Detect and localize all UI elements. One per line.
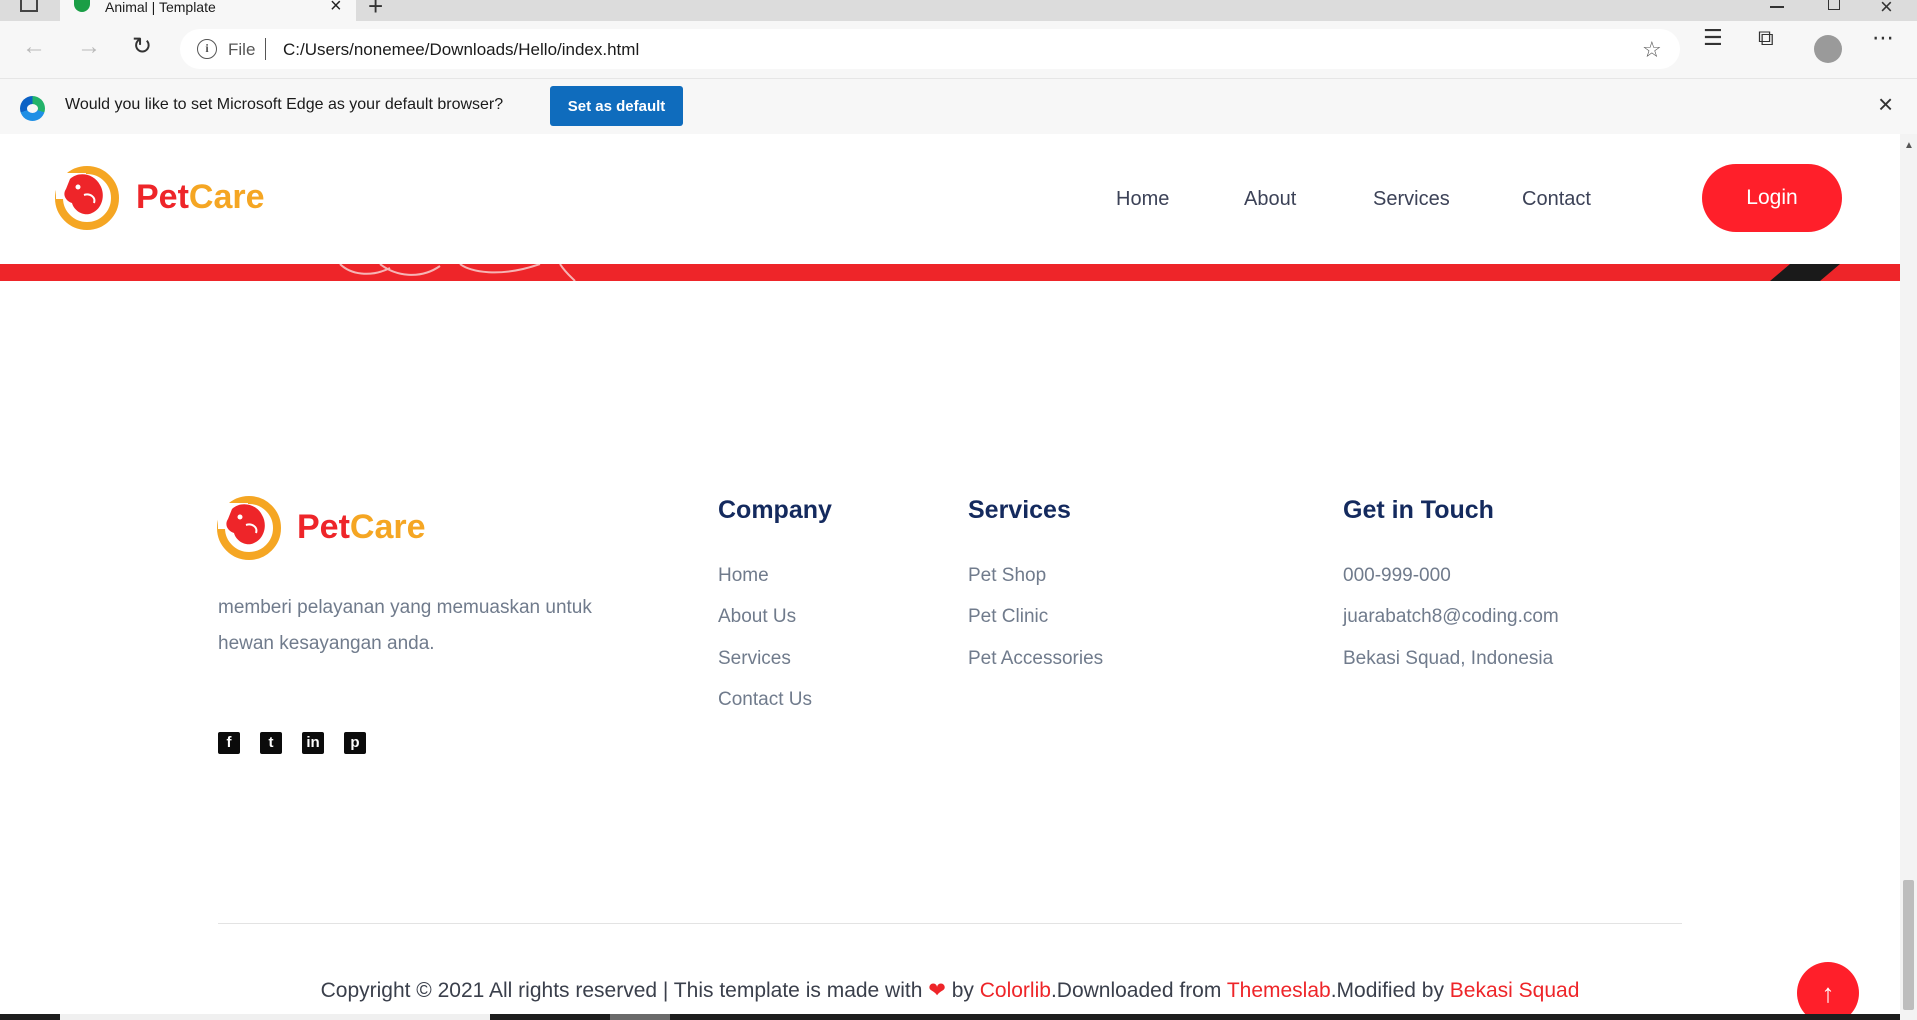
address-separator bbox=[265, 38, 266, 60]
login-button[interactable]: Login bbox=[1702, 164, 1842, 232]
copyright-modified: .Modified by bbox=[1330, 979, 1444, 1002]
infobar-close-icon[interactable]: × bbox=[1878, 91, 1893, 117]
window-close-icon[interactable]: × bbox=[1880, 0, 1893, 20]
footer-logo-care: Care bbox=[349, 508, 426, 546]
contact-address: Bekasi Squad, Indonesia bbox=[1343, 648, 1554, 669]
back-icon[interactable]: ← bbox=[22, 35, 46, 59]
tab-close-icon[interactable]: × bbox=[330, 0, 342, 16]
set-default-button[interactable]: Set as default bbox=[550, 86, 683, 126]
bekasi-squad-link[interactable]: Bekasi Squad bbox=[1450, 979, 1580, 1002]
footer-logo-icon[interactable] bbox=[216, 495, 282, 561]
linkedin-icon[interactable]: in bbox=[302, 732, 324, 754]
footer-logo-text[interactable]: PetCare bbox=[297, 508, 426, 547]
copyright-prefix: Copyright © 2021 All rights reserved | T… bbox=[320, 979, 923, 1002]
nav-about[interactable]: About bbox=[1244, 188, 1296, 211]
pinterest-icon[interactable]: p bbox=[344, 732, 366, 754]
copyright-by: by bbox=[951, 979, 974, 1002]
footer-link-services[interactable]: Services bbox=[718, 648, 791, 670]
footer-link-about[interactable]: About Us bbox=[718, 606, 796, 628]
logo-care: Care bbox=[188, 178, 265, 216]
facebook-icon[interactable]: f bbox=[218, 732, 240, 754]
contact-title: Get in Touch bbox=[1343, 496, 1494, 524]
web-page: PetCare Home About Services Contact Logi… bbox=[0, 134, 1900, 1020]
favorites-icon[interactable]: ☰ bbox=[1703, 27, 1723, 49]
address-url[interactable]: C:/Users/nonemee/Downloads/Hello/index.h… bbox=[283, 40, 639, 60]
edge-logo bbox=[20, 96, 45, 121]
nav-contact[interactable]: Contact bbox=[1522, 188, 1591, 211]
services-title: Services bbox=[968, 496, 1071, 524]
footer-link-pet-shop[interactable]: Pet Shop bbox=[968, 565, 1046, 587]
collections-icon[interactable]: ⧉ bbox=[1758, 27, 1774, 49]
scrollbar-thumb[interactable] bbox=[1903, 880, 1914, 1010]
nav-services[interactable]: Services bbox=[1373, 188, 1450, 211]
back-to-top-icon[interactable]: ↑ bbox=[1797, 962, 1859, 1020]
copyright-downloaded: .Downloaded from bbox=[1050, 979, 1222, 1002]
tab-actions-icon[interactable] bbox=[20, 0, 38, 12]
site-header: PetCare Home About Services Contact Logi… bbox=[0, 134, 1900, 264]
heart-icon: ❤ bbox=[928, 979, 946, 1002]
footer-link-pet-clinic[interactable]: Pet Clinic bbox=[968, 606, 1048, 628]
default-browser-infobar: Would you like to set Microsoft Edge as … bbox=[0, 78, 1917, 134]
footer-link-home[interactable]: Home bbox=[718, 565, 769, 587]
petcare-logo-icon[interactable] bbox=[54, 165, 120, 231]
themeslab-link[interactable]: Themeslab bbox=[1227, 979, 1331, 1002]
scroll-up-icon[interactable]: ▲ bbox=[1904, 140, 1914, 151]
address-prefix: File bbox=[228, 40, 256, 59]
hero-red-band bbox=[0, 264, 1900, 281]
footer-link-pet-accessories[interactable]: Pet Accessories bbox=[968, 648, 1103, 670]
info-icon[interactable]: i bbox=[197, 39, 217, 59]
nav-home[interactable]: Home bbox=[1116, 188, 1169, 211]
footer-description: memberi pelayanan yang memuaskan untuk h… bbox=[218, 597, 592, 654]
company-title: Company bbox=[718, 496, 832, 524]
address-bar[interactable]: i File C:/Users/nonemee/Downloads/Hello/… bbox=[180, 29, 1680, 69]
tab-bar: Animal | Template × + × bbox=[0, 0, 1917, 21]
minimize-icon[interactable] bbox=[1770, 6, 1784, 8]
site-logo-text[interactable]: PetCare bbox=[136, 178, 265, 217]
twitter-icon[interactable]: t bbox=[260, 732, 282, 754]
forward-icon[interactable]: → bbox=[77, 35, 101, 59]
infobar-message: Would you like to set Microsoft Edge as … bbox=[65, 96, 504, 113]
contact-phone: 000-999-000 bbox=[1343, 565, 1451, 586]
taskbar-strip bbox=[0, 1014, 1900, 1020]
logo-pet: Pet bbox=[136, 178, 189, 216]
new-tab-icon[interactable]: + bbox=[368, 0, 383, 19]
contact-email[interactable]: juarabatch8@coding.com bbox=[1343, 606, 1559, 628]
footer-logo-pet: Pet bbox=[297, 508, 350, 546]
add-favorite-icon[interactable]: ☆ bbox=[1642, 37, 1662, 63]
profile-avatar[interactable] bbox=[1814, 35, 1842, 63]
more-icon[interactable]: ⋯ bbox=[1872, 27, 1894, 49]
tab-title[interactable]: Animal | Template bbox=[105, 0, 216, 14]
copyright-text: Copyright © 2021 All rights reserved | T… bbox=[0, 978, 1900, 1003]
hero-decoration-icon bbox=[339, 264, 1840, 281]
browser-toolbar: ← → ↻ i File C:/Users/nonemee/Downloads/… bbox=[0, 21, 1917, 78]
restore-icon[interactable] bbox=[1828, 0, 1840, 10]
refresh-icon[interactable]: ↻ bbox=[132, 35, 152, 59]
footer-link-contact[interactable]: Contact Us bbox=[718, 689, 812, 711]
colorlib-link[interactable]: Colorlib bbox=[980, 979, 1051, 1002]
footer-divider bbox=[218, 923, 1682, 924]
